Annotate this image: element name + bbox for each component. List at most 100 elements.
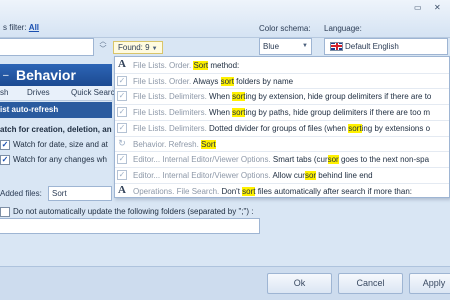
close-icon[interactable]: ✕ (434, 3, 441, 12)
found-count: Found: 9 (118, 43, 150, 52)
search-result-item[interactable]: ✓ File Lists. Order. Always sort folders … (115, 73, 449, 90)
watch-heading: atch for creation, deletion, an (0, 125, 112, 134)
checkbox-icon: ✓ (117, 122, 127, 133)
chevron-down-icon: ▼ (151, 46, 158, 52)
search-result-text: File Lists. Order. Sort method: (133, 57, 239, 74)
search-result-text: File Lists. Delimiters. Dotted divider f… (133, 120, 430, 137)
result-highlight: sort (242, 186, 256, 196)
result-text-before: Smart tabs (cur (272, 155, 328, 165)
ok-button[interactable]: Ok (267, 273, 332, 294)
result-path: File Lists. Order. (133, 76, 194, 86)
watch-any-label: Watch for any changes wh (13, 155, 107, 164)
result-text-after: behind line end (316, 170, 373, 180)
search-result-text: Editor... Internal Editor/Viewer Options… (133, 151, 429, 168)
found-count-dropdown[interactable]: Found: 9 ▼ (113, 41, 163, 54)
result-highlight: Sort (201, 139, 216, 149)
result-path: Operations. File Search. (133, 186, 222, 196)
search-result-text: Editor... Internal Editor/Viewer Options… (133, 167, 373, 184)
section-title: Behavior (16, 67, 76, 83)
result-highlight: sort (232, 92, 246, 102)
checkbox-icon: ✓ (117, 75, 127, 86)
excluded-folders-input[interactable] (0, 218, 260, 234)
search-result-item[interactable]: ✓ File Lists. Delimiters. When sorting by… (115, 88, 449, 105)
language-value: Default English (345, 42, 399, 51)
search-result-item[interactable]: ✓ File Lists. Delimiters. Dotted divider … (115, 120, 449, 137)
cancel-button[interactable]: Cancel (338, 273, 403, 294)
filter-label: s filter: All (3, 23, 39, 32)
checkbox-checked[interactable]: ✓ (0, 140, 10, 150)
result-text-after: ing by extensions o (361, 123, 431, 133)
language-label: Language: (324, 24, 362, 33)
window-controls: ▭ ✕ (410, 0, 450, 14)
result-text-after: files automatically after search if more… (255, 186, 412, 196)
search-result-item[interactable]: A File Lists. Order. Sort method: (115, 57, 449, 74)
result-highlight: Sort (193, 61, 209, 70)
result-text-after: folders by name (233, 76, 294, 86)
result-text-after: ing by extension, hide group delimiters … (245, 92, 432, 102)
tab-drives[interactable]: Drives (27, 88, 50, 97)
auto-refresh-header: ist auto-refresh (0, 102, 112, 118)
result-text-before: Allow cur (272, 170, 305, 180)
checkbox-icon: ✓ (117, 154, 127, 165)
chevron-down-icon: ▼ (302, 43, 308, 49)
text-setting-icon: A (118, 58, 126, 70)
result-path: Behavior. Refresh. (133, 139, 202, 149)
section-header: – Behavior (0, 64, 112, 86)
text-setting-icon: A (118, 183, 126, 196)
result-text-after: goes to the next non-spa (338, 155, 430, 165)
result-text-before: Always (193, 76, 221, 86)
search-result-text: Operations. File Search. Don't sort file… (133, 183, 412, 197)
result-path: File Lists. Delimiters. (133, 92, 210, 102)
dash-icon: – (3, 70, 9, 81)
result-highlight: sort (232, 108, 246, 118)
color-schema-label: Color schema: (259, 24, 311, 33)
search-result-item[interactable]: ✓ Editor... Internal Editor/Viewer Option… (115, 151, 449, 168)
result-text-before: When (209, 108, 233, 118)
result-text-after: method: (208, 61, 240, 70)
checkbox-icon: ✓ (117, 91, 127, 102)
search-result-text: File Lists. Delimiters. When sorting by … (133, 88, 431, 105)
search-result-text: File Lists. Delimiters. When sorting by … (133, 104, 430, 121)
checkbox-unchecked[interactable] (0, 207, 10, 217)
watch-date-label: Watch for date, size and at (13, 140, 108, 149)
search-results-popup: A File Lists. Order. Sort method: ✓ File Li… (114, 56, 450, 198)
result-highlight: sort (348, 123, 362, 133)
apply-button[interactable]: Apply (409, 273, 450, 294)
result-text-before: Dotted divider for groups of files (when (209, 123, 349, 133)
restore-icon[interactable]: ▭ (414, 3, 422, 12)
search-result-item[interactable]: ✓ File Lists. Delimiters. When sorting by… (115, 104, 449, 121)
checkbox-checked[interactable]: ✓ (0, 155, 10, 165)
search-input[interactable] (0, 38, 94, 56)
result-path: File Lists. Delimiters. (133, 108, 210, 118)
checkbox-icon: ✓ (117, 169, 127, 180)
no-update-label: Do not automatically update the followin… (13, 207, 254, 216)
added-files-value: Sort (52, 189, 67, 198)
top-toolbar (0, 0, 450, 38)
added-files-select[interactable]: Sort (48, 186, 112, 201)
tab-refresh[interactable]: sh (0, 88, 8, 97)
color-schema-value: Blue (263, 42, 280, 51)
filter-label-text: s filter: (3, 23, 27, 32)
result-path: File Lists. Delimiters. (133, 123, 210, 133)
result-highlight: sor (327, 155, 339, 165)
result-path: Editor... Internal Editor/Viewer Options… (133, 170, 273, 180)
color-schema-select[interactable]: Blue ▼ (259, 38, 312, 55)
search-result-item[interactable]: ✓ Editor... Internal Editor/Viewer Option… (115, 167, 449, 184)
result-text-after: ing by paths, hide group delimiters if t… (245, 108, 431, 118)
refresh-icon: ↻ (118, 137, 126, 148)
added-files-label: Added files: (0, 189, 42, 198)
uk-flag-icon (330, 42, 343, 51)
result-text-before: When (209, 92, 233, 102)
result-highlight: sor (304, 170, 317, 180)
tab-quick-search[interactable]: Quick Searc (71, 88, 115, 97)
result-path: File Lists. Order. (133, 61, 194, 70)
search-result-item[interactable]: A Operations. File Search. Don't sort fil… (115, 183, 449, 197)
filter-all-link[interactable]: All (29, 23, 39, 32)
search-result-item[interactable]: ↻ Behavior. Refresh. Sort (115, 136, 449, 153)
result-path: Editor... Internal Editor/Viewer Options… (133, 155, 273, 165)
result-text-before: Don't (221, 186, 243, 196)
result-highlight: sort (220, 76, 234, 86)
search-history-icon[interactable]: ︿ ﹀ (97, 38, 109, 56)
tab-strip: sh Drives Quick Searc (0, 86, 115, 101)
search-result-text: Behavior. Refresh. Sort (133, 136, 216, 153)
